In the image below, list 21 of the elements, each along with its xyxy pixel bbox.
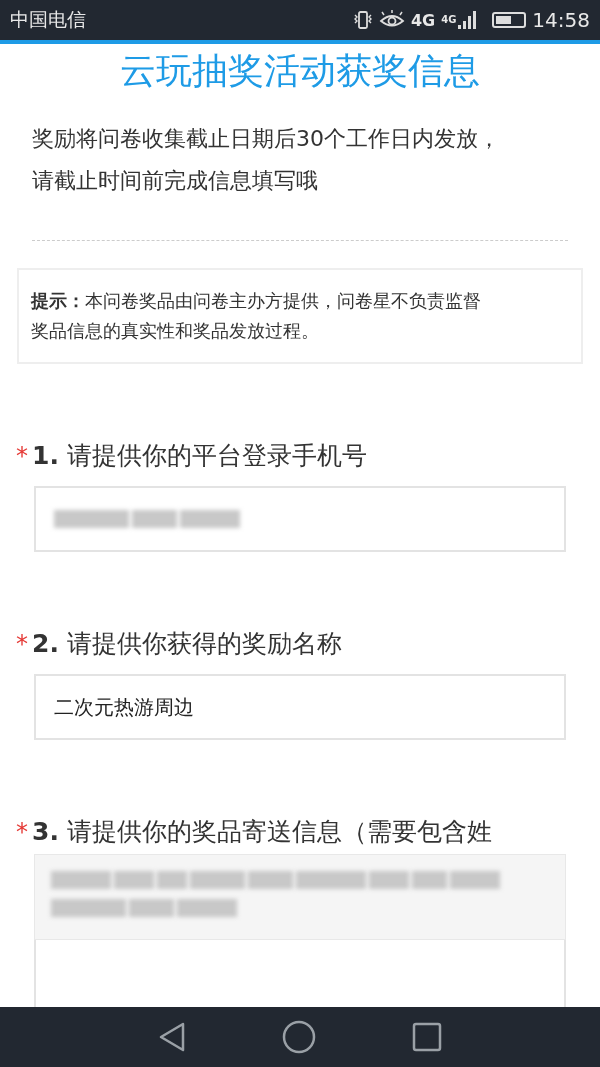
network-type: 4G [441, 14, 457, 25]
carrier-name: 中国电信 [10, 7, 86, 32]
required-mark: * [16, 629, 29, 660]
question-label: 3. 请提供你的奖品寄送信息（需要包含姓 [32, 816, 492, 848]
signal-icon [458, 10, 477, 30]
back-icon[interactable] [158, 1021, 186, 1053]
intro-text: 奖励将问卷收集截止日期后30个工作日内发放， 请截止时间前完成信息填写哦 [32, 125, 501, 195]
required-mark: * [16, 817, 29, 848]
network-type: 4G [410, 10, 436, 30]
required-mark: * [16, 441, 29, 472]
home-icon[interactable] [282, 1020, 316, 1054]
input-field[interactable] [34, 486, 566, 552]
question-label: 1. 请提供你的平台登录手机号 [32, 440, 367, 472]
question-label: 2. 请提供你获得的奖励名称 [32, 628, 342, 660]
input-field[interactable]: 二次元热游周边 [34, 674, 566, 740]
clock: 14:58 [532, 8, 590, 32]
vibrate-icon [352, 9, 373, 31]
recents-icon[interactable] [412, 1022, 442, 1052]
page-title: 云玩抽奖活动获奖信息 [119, 49, 481, 93]
battery-icon [492, 12, 527, 28]
notice-text: 提示：本问卷奖品由问卷主办方提供，问卷星不负责监督 奖品信息的真实性和奖品发放过程。 [31, 289, 482, 343]
